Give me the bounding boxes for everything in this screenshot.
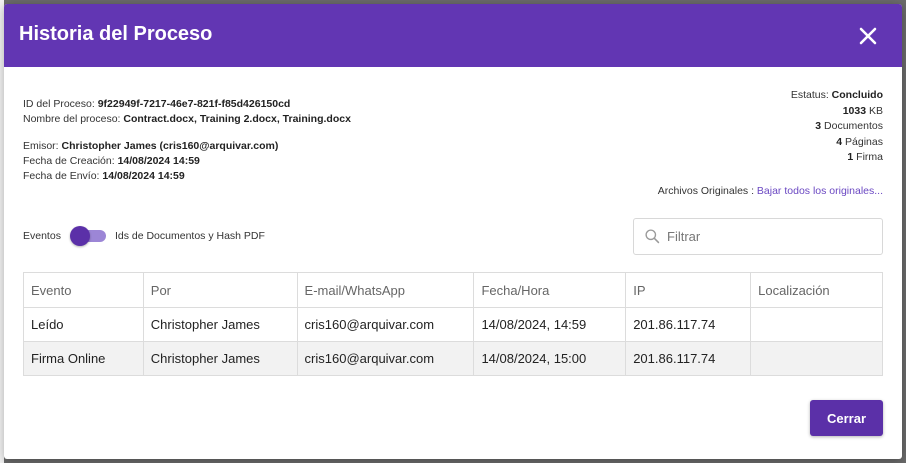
sent-label: Fecha de Envío: (23, 170, 100, 182)
created-label: Fecha de Creación: (23, 155, 115, 167)
column-header[interactable]: Fecha/Hora (473, 272, 627, 308)
table-cell: 201.86.117.74 (625, 307, 752, 342)
column-header[interactable]: Localización (750, 272, 883, 308)
process-id-label: ID del Proceso: (23, 98, 95, 110)
table-cell: 201.86.117.74 (625, 341, 752, 376)
sent-row: Fecha de Envío: 14/08/2024 14:59 (23, 169, 351, 184)
table-cell: cris160@arquivar.com (296, 307, 475, 342)
size-unit: KB (868, 104, 883, 117)
table-header-row: Evento Por E-mail/WhatsApp Fecha/Hora IP… (23, 272, 883, 308)
events-table: Evento Por E-mail/WhatsApp Fecha/Hora IP… (23, 272, 883, 376)
column-header[interactable]: IP (625, 272, 752, 308)
size-row: 1033 KB (791, 104, 883, 120)
pages-row: 4 Páginas (791, 135, 883, 151)
process-history-dialog: Historia del Proceso ID del Proceso: 9f2… (4, 4, 902, 459)
download-originals-link[interactable]: Bajar todos los originales... (757, 185, 883, 197)
status-row: Estatus: Concluido (791, 88, 883, 104)
process-summary: Estatus: Concluido 1033 KB 3 Documentos … (791, 88, 883, 166)
documents-value: 3 (815, 120, 822, 132)
table-cell: 14/08/2024, 15:00 (473, 341, 627, 376)
filter-input[interactable] (667, 229, 867, 244)
view-toggle-row: Eventos Ids de Documentos y Hash PDF (23, 226, 265, 246)
status-value: Concluido (831, 89, 883, 101)
process-info: ID del Proceso: 9f22949f-7217-46e7-821f-… (23, 97, 351, 184)
filter-field[interactable] (633, 218, 883, 255)
signatures-value: 1 (847, 151, 854, 163)
process-name-value: Contract.docx, Training 2.docx, Training… (123, 113, 351, 125)
signatures-row: 1 Firma (791, 150, 883, 166)
toggle-right-label: Ids de Documentos y Hash PDF (114, 230, 265, 242)
table-row: Leído Christopher James cris160@arquivar… (23, 307, 883, 342)
table-cell (750, 341, 883, 376)
sent-value: 14/08/2024 14:59 (102, 170, 185, 182)
table-cell: Firma Online (23, 341, 144, 376)
view-toggle-switch[interactable] (69, 226, 106, 246)
column-header[interactable]: E-mail/WhatsApp (296, 272, 475, 308)
emitter-value: Christopher James (cris160@arquivar.com) (61, 140, 279, 152)
dialog-title: Historia del Proceso (19, 23, 213, 45)
originals-row: Archivos Originales : Bajar todos los or… (658, 185, 883, 197)
table-row: Firma Online Christopher James cris160@a… (23, 341, 883, 376)
status-label: Estatus: (790, 89, 829, 101)
signatures-label: Firma (856, 151, 883, 163)
size-value: 1033 (842, 104, 867, 117)
process-id-value: 9f22949f-7217-46e7-821f-f85d426150cd (97, 98, 291, 110)
originals-label: Archivos Originales : (657, 185, 754, 197)
process-name-label: Nombre del proceso: (23, 113, 121, 125)
close-dialog-button[interactable]: Cerrar (810, 400, 883, 436)
documents-row: 3 Documentos (791, 119, 883, 135)
emitter-row: Emisor: Christopher James (cris160@arqui… (23, 139, 351, 154)
column-header[interactable]: Por (142, 272, 298, 308)
close-icon[interactable] (856, 24, 880, 48)
pages-value: 4 (836, 135, 843, 148)
table-cell: Leído (23, 307, 144, 342)
process-name-row: Nombre del proceso: Contract.docx, Train… (23, 112, 351, 127)
table-cell (750, 307, 883, 342)
table-cell: Christopher James (142, 307, 298, 342)
dialog-header: Historia del Proceso (4, 4, 902, 67)
toggle-knob (69, 226, 90, 246)
documents-label: Documentos (824, 120, 883, 132)
search-icon (645, 229, 660, 244)
toggle-left-label: Eventos (23, 230, 61, 242)
process-id-row: ID del Proceso: 9f22949f-7217-46e7-821f-… (23, 97, 351, 112)
created-value: 14/08/2024 14:59 (117, 155, 200, 167)
table-cell: 14/08/2024, 14:59 (473, 307, 627, 342)
table-cell: Christopher James (142, 341, 298, 376)
emitter-label: Emisor: (23, 140, 59, 152)
table-cell: cris160@arquivar.com (296, 341, 475, 376)
column-header[interactable]: Evento (23, 272, 144, 308)
pages-label: Páginas (845, 135, 883, 148)
created-row: Fecha de Creación: 14/08/2024 14:59 (23, 154, 351, 169)
